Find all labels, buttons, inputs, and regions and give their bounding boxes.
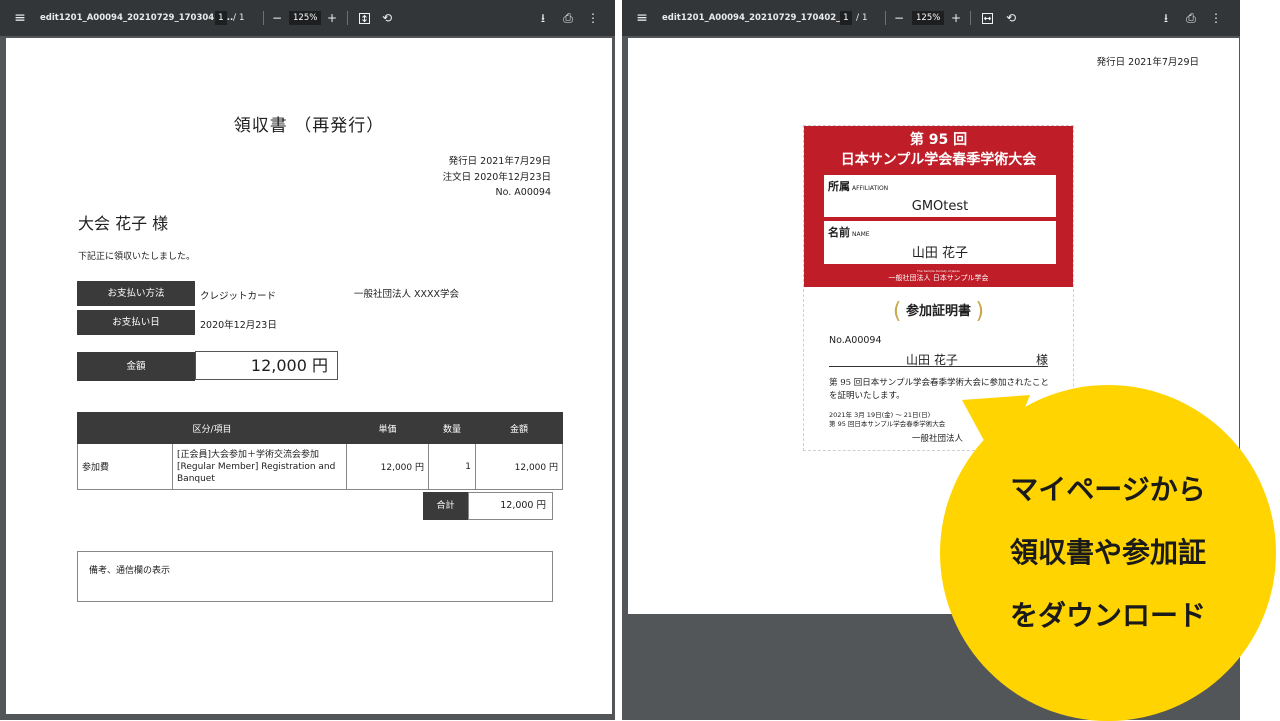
payment-date-label: お支払い日 <box>77 310 195 335</box>
page-total: / 1 <box>856 13 868 23</box>
name-sublabel: NAME <box>852 231 870 238</box>
table-header-row: 区分/項目 単価 数量 金額 <box>77 412 563 444</box>
unit-price-cell: 12,000 円 <box>346 443 429 490</box>
page-total: / 1 <box>233 13 245 23</box>
payment-date-value: 2020年12月23日 <box>200 320 277 331</box>
event-dates: 2021年 3月 19日(金) ～ 21日(日) 第 95 回日本サンプル学会春… <box>829 411 946 428</box>
pdf-toolbar: ≡ edit1201_A00094_20210729_170304.p... 1… <box>0 0 615 36</box>
toolbar-divider <box>263 11 264 25</box>
page-number-input[interactable]: 1 <box>215 11 227 25</box>
payment-method-label: お支払い方法 <box>77 281 195 306</box>
event-edition: 第 95 回 <box>909 132 968 148</box>
fit-page-icon[interactable] <box>357 0 371 36</box>
toolbar-divider <box>885 11 886 25</box>
holder-name-line: 山田 花子 様 <box>829 351 1048 367</box>
pdf-toolbar: ≡ edit1201_A00094_20210729_170402_... 1 … <box>622 0 1240 36</box>
table-header: 金額 <box>475 412 563 444</box>
payment-method-value: クレジットカード <box>200 291 277 302</box>
receipt-dates: 発行日 2021年7月29日 注文日 2020年12月23日 No. A0009… <box>443 154 551 201</box>
receipt-note: 下記正に領収いたしました。 <box>78 252 196 262</box>
receipt-page: 領収書 （再発行） 発行日 2021年7月29日 注文日 2020年12月23日… <box>6 38 612 714</box>
download-icon[interactable]: ⭳ <box>1159 0 1173 36</box>
items-table: 区分/項目 単価 数量 金額 参加費 [正会員]大会参加＋学術交流会参加 [Re… <box>77 412 563 490</box>
receipt-title: 領収書 （再発行） <box>233 116 385 136</box>
bracket-left-icon: ( <box>892 299 902 324</box>
print-icon[interactable]: ⎙ <box>1184 0 1198 36</box>
honorific: 様 <box>1035 353 1048 367</box>
toolbar-divider <box>970 11 971 25</box>
card-header: 第 95 回 日本サンプル学会春季学術大会 所属 AFFILIATION GMOt… <box>804 126 1073 287</box>
zoom-out-icon[interactable]: − <box>270 0 284 36</box>
recipient-name: 大会 花子 様 <box>78 214 169 233</box>
callout-line-1: マイページから <box>1010 473 1206 506</box>
total-value: 12,000 円 <box>468 492 553 520</box>
amount-cell: 12,000 円 <box>475 443 563 490</box>
zoom-level-input[interactable]: 125% <box>912 11 945 25</box>
item-description: [正会員]大会参加＋学術交流会参加 [Regular Member] Regis… <box>177 449 336 484</box>
bracket-right-icon: ) <box>975 299 985 324</box>
affiliation-label: 所属 <box>828 180 850 193</box>
menu-icon[interactable]: ≡ <box>632 0 652 36</box>
zoom-out-icon[interactable]: − <box>892 0 906 36</box>
event-name: 日本サンプル学会春季学術大会 <box>840 152 1037 168</box>
table-row: 参加費 [正会員]大会参加＋学術交流会参加 [Regular Member] R… <box>77 443 563 490</box>
callout-line-3: をダウンロード <box>1009 599 1206 632</box>
table-header: 区分/項目 <box>77 412 347 444</box>
table-header: 数量 <box>428 412 476 444</box>
download-icon[interactable]: ⭳ <box>536 0 550 36</box>
remarks-box: 備考、通信欄の表示 <box>77 551 553 602</box>
issuing-organization: 一般社団法人 <box>912 434 964 444</box>
affiliation-sublabel: AFFILIATION <box>852 185 889 192</box>
name-field: 名前 NAME 山田 花子 <box>824 221 1056 264</box>
zoom-in-icon[interactable]: + <box>325 0 339 36</box>
holder-name: 山田 花子 <box>906 353 958 367</box>
fit-width-icon[interactable] <box>980 0 994 36</box>
name-label: 名前 <box>828 226 850 239</box>
affiliation-field: 所属 AFFILIATION GMOtest <box>824 175 1056 217</box>
name-value: 山田 花子 <box>911 246 969 261</box>
certificate-title: ( 参加証明書 ) <box>892 299 985 324</box>
affiliation-value: GMOtest <box>911 199 969 214</box>
zoom-in-icon[interactable]: + <box>949 0 963 36</box>
total-label: 合計 <box>423 492 468 520</box>
issue-date: 発行日 2021年7月29日 <box>448 156 551 167</box>
issue-date: 発行日 2021年7月29日 <box>1096 57 1199 68</box>
amount-label: 金額 <box>77 352 195 381</box>
certificate-body: 第 95 回日本サンプル学会春季学術大会に参加されたことを証明いたします。 <box>829 378 1049 401</box>
issuer-name: 一般社団法人 XXXX学会 <box>354 289 460 300</box>
print-icon[interactable]: ⎙ <box>561 0 575 36</box>
more-icon[interactable]: ⋮ <box>586 0 600 36</box>
pdf-viewer-receipt: ≡ edit1201_A00094_20210729_170304.p... 1… <box>0 0 615 720</box>
society-name-jp: 一般社団法人 日本サンプル学会 <box>888 274 989 282</box>
rotate-icon[interactable]: ⟲ <box>380 0 394 36</box>
menu-icon[interactable]: ≡ <box>10 0 30 36</box>
callout-line-2: 領収書や参加証 <box>1009 536 1206 569</box>
zoom-level-input[interactable]: 125% <box>289 11 322 25</box>
order-date: 注文日 2020年12月23日 <box>442 171 551 183</box>
page-number-input[interactable]: 1 <box>840 11 852 25</box>
more-icon[interactable]: ⋮ <box>1209 0 1223 36</box>
receipt-number: No. A00094 <box>495 187 551 198</box>
certificate-number: No.A00094 <box>829 335 882 346</box>
toolbar-divider <box>347 11 348 25</box>
table-cell-item: 参加費 [正会員]大会参加＋学術交流会参加 [Regular Member] R… <box>77 443 347 490</box>
rotate-icon[interactable]: ⟲ <box>1004 0 1018 36</box>
file-name: edit1201_A00094_20210729_170402_... <box>662 13 851 23</box>
category-cell: 参加費 <box>78 444 173 489</box>
amount-value: 12,000 円 <box>195 351 338 380</box>
quantity-cell: 1 <box>428 443 476 490</box>
file-name: edit1201_A00094_20210729_170304.p... <box>40 13 234 23</box>
table-header: 単価 <box>346 412 429 444</box>
